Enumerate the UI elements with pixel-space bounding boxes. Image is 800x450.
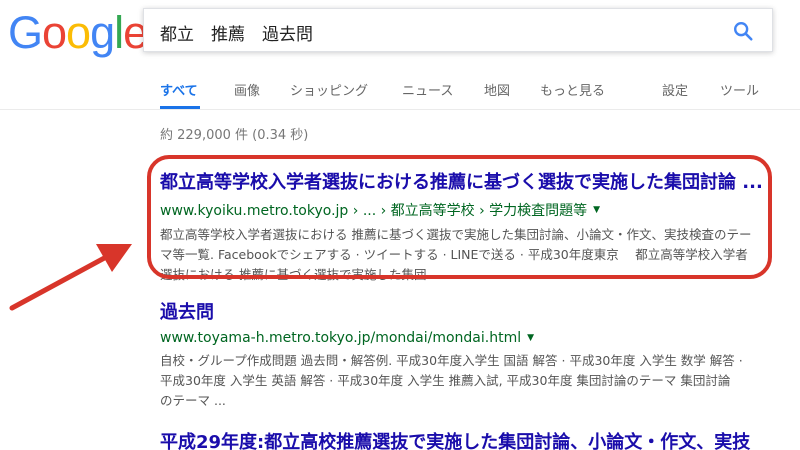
google-logo[interactable]: Google — [8, 7, 148, 58]
tab-images[interactable]: 画像 — [234, 80, 260, 99]
logo-letter: G — [8, 7, 43, 58]
logo-letter: o — [66, 7, 91, 58]
logo-letter: g — [90, 7, 115, 58]
tab-all[interactable]: すべて — [160, 80, 198, 99]
highlight-outline — [147, 155, 772, 279]
result-url[interactable]: www.toyama-h.metro.tokyo.jp/mondai/monda… — [160, 330, 780, 346]
tab-more[interactable]: もっと見る — [540, 80, 605, 99]
result-title-link[interactable]: 平成29年度:都立高校推薦選抜で実施した集団討論、小論文・作文、実技 — [160, 428, 780, 450]
result-snippet: 自校・グループ作成問題 過去問・解答例. 平成30年度入学生 国語 解答 · 平… — [160, 351, 760, 411]
logo-letter: l — [114, 7, 124, 58]
result-title-link[interactable]: 過去問 — [160, 298, 780, 324]
result-stats: 約 229,000 件 (0.34 秒) — [160, 128, 309, 143]
search-tabs: すべて 画像 ショッピング ニュース 地図 もっと見る 設定 ツール — [0, 70, 800, 110]
active-tab-indicator — [160, 106, 200, 109]
caret-down-icon[interactable]: ▼ — [527, 333, 534, 343]
tab-news[interactable]: ニュース — [402, 80, 453, 99]
logo-letter: o — [42, 7, 67, 58]
search-result: 過去問 www.toyama-h.metro.tokyo.jp/mondai/m… — [160, 298, 780, 411]
snippet-line: 自校・グループ作成問題 過去問・解答例. 平成30年度入学生 国語 解答 · 平… — [160, 353, 743, 368]
search-icon[interactable] — [732, 20, 754, 42]
search-box[interactable]: 都立 推薦 過去問 — [143, 8, 773, 52]
snippet-line: 平成30年度 入学生 英語 解答 · 平成30年度 入学生 推薦入試, 平成30… — [160, 373, 731, 388]
snippet-line: のテーマ ... — [160, 393, 226, 408]
annotation-arrow-icon — [9, 244, 132, 311]
result-url-text[interactable]: www.toyama-h.metro.tokyo.jp/mondai/monda… — [160, 330, 521, 346]
search-result: 平成29年度:都立高校推薦選抜で実施した集団討論、小論文・作文、実技 — [160, 428, 780, 450]
tab-tools[interactable]: ツール — [720, 80, 759, 99]
tab-maps[interactable]: 地図 — [484, 80, 510, 99]
tab-shopping[interactable]: ショッピング — [290, 80, 368, 99]
search-input[interactable]: 都立 推薦 過去問 — [160, 20, 313, 45]
tab-settings[interactable]: 設定 — [662, 80, 688, 99]
